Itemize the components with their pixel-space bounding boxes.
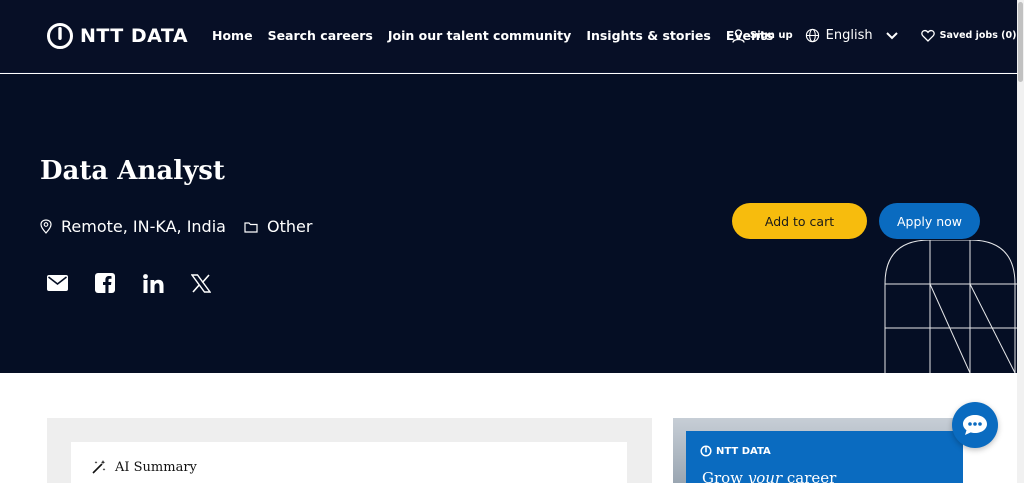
ai-summary-title: AI Summary	[115, 459, 197, 475]
job-category: Other	[244, 217, 312, 236]
ntt-data-logo[interactable]: NTT DATA	[46, 22, 188, 50]
saved-jobs-link[interactable]: Saved jobs (0)	[920, 29, 1017, 42]
promo-logo-text: NTT DATA	[716, 445, 771, 457]
share-links	[46, 272, 212, 294]
language-selector[interactable]: English	[805, 28, 899, 43]
apply-now-button[interactable]: Apply now	[879, 203, 980, 239]
promo-logo: NTT DATA	[700, 445, 771, 457]
job-meta: Remote, IN-KA, India Other	[40, 217, 312, 236]
chat-button[interactable]	[952, 402, 998, 448]
magic-wand-icon	[92, 460, 106, 474]
ntt-logo-small-icon	[700, 445, 712, 457]
ai-summary-card: AI Summary	[71, 442, 627, 483]
facebook-icon[interactable]	[94, 272, 116, 294]
language-label: English	[825, 28, 873, 43]
nav-utilities: Sign up English Saved jobs (0)	[732, 28, 1016, 43]
job-title: Data Analyst	[40, 156, 225, 186]
heart-icon	[920, 29, 935, 42]
top-navigation: NTT DATA Home Search careers Join our ta…	[0, 0, 1024, 73]
nav-insights-stories[interactable]: Insights & stories	[586, 28, 711, 43]
job-location: Remote, IN-KA, India	[40, 217, 226, 236]
promo-headline-suffix: career	[782, 469, 837, 483]
promo-panel: NTT DATA Grow your career	[686, 431, 963, 483]
user-icon	[732, 28, 745, 43]
promo-headline: Grow your career	[702, 469, 836, 483]
career-promo: NTT DATA Grow your career	[673, 418, 963, 483]
x-icon[interactable]	[190, 272, 212, 294]
ai-summary-heading: AI Summary	[91, 459, 197, 475]
email-icon[interactable]	[46, 272, 68, 294]
job-details-panel: AI Summary	[47, 418, 652, 483]
folder-icon	[244, 221, 258, 233]
add-to-cart-button[interactable]: Add to cart	[732, 203, 867, 239]
scrollbar-thumb[interactable]	[1018, 2, 1023, 82]
job-hero: Data Analyst Remote, IN-KA, India Other	[0, 74, 1024, 373]
globe-icon	[805, 28, 819, 43]
promo-headline-emphasis: your	[747, 469, 783, 483]
chevron-down-icon	[885, 31, 898, 39]
promo-headline-prefix: Grow	[702, 469, 748, 483]
ntt-logo-icon	[47, 23, 73, 49]
sign-up-label: Sign up	[750, 30, 793, 41]
sign-up-link[interactable]: Sign up	[732, 28, 793, 43]
nav-home[interactable]: Home	[212, 28, 253, 43]
chat-bubble-icon	[963, 415, 987, 435]
page-scrollbar[interactable]	[1017, 0, 1024, 483]
location-pin-icon	[40, 219, 52, 234]
saved-jobs-label: Saved jobs (0)	[939, 30, 1017, 41]
job-category-text: Other	[266, 217, 313, 236]
nav-talent-community[interactable]: Join our talent community	[388, 28, 571, 43]
linkedin-icon[interactable]	[142, 272, 164, 294]
job-location-text: Remote, IN-KA, India	[61, 217, 226, 236]
decorative-line-art	[884, 240, 1024, 373]
main-nav: Home Search careers Join our talent comm…	[212, 28, 773, 43]
logo-text: NTT DATA	[80, 25, 189, 47]
nav-search-careers[interactable]: Search careers	[268, 28, 373, 43]
